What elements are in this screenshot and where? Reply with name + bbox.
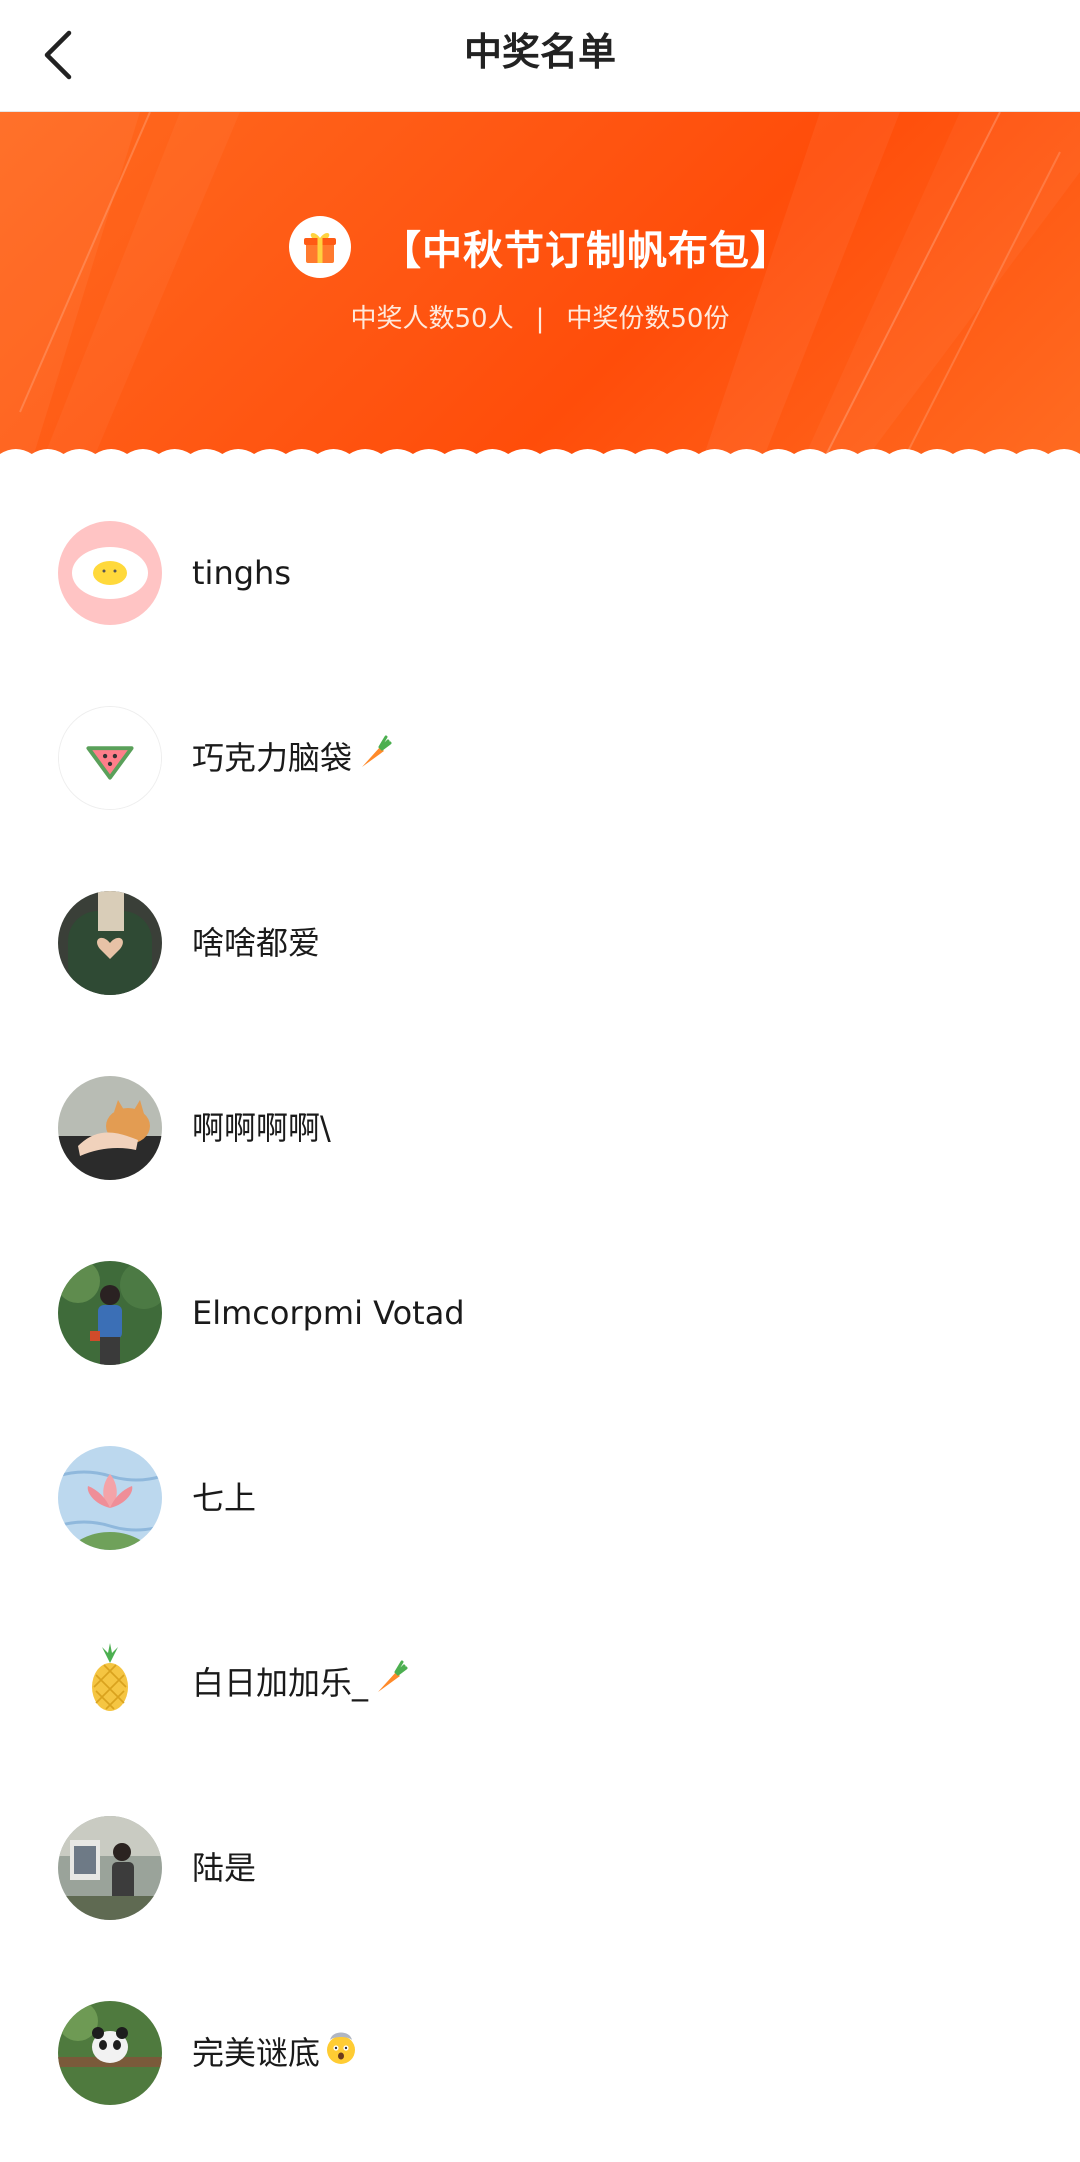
winner-name: 完美谜底 <box>192 1946 360 2160</box>
winner-row[interactable]: 巧克力脑袋 <box>0 651 1080 836</box>
winner-name: Elmcorpmi Votad <box>192 1294 465 1332</box>
fried-egg-avatar[interactable] <box>58 521 162 625</box>
winner-row[interactable]: tinghs <box>0 466 1080 651</box>
prizes-count: 中奖份数50份 <box>566 304 730 334</box>
winner-row[interactable]: 啊啊啊啊\ <box>0 1021 1080 1206</box>
winner-name: 啥啥都爱 <box>192 924 321 962</box>
gift-box-icon <box>289 216 351 278</box>
woman-in-forest-photo-avatar[interactable] <box>58 1261 162 1365</box>
pineapple-avatar[interactable] <box>58 1631 162 1735</box>
prize-stats: 中奖人数50人 | 中奖份数50份 <box>0 298 1080 335</box>
page-title: 中奖名单 <box>463 30 616 74</box>
banner-title-row: 【中秋节订制帆布包】 <box>0 212 1080 282</box>
exploding-head-icon <box>322 1948 360 2162</box>
winner-row[interactable]: 完美谜底 <box>0 1946 1080 2131</box>
winner-name: 七上 <box>192 1479 257 1517</box>
heart-hands-photo-avatar[interactable] <box>58 891 162 995</box>
prize-banner: 【中秋节订制帆布包】 中奖人数50人 | 中奖份数50份 <box>0 112 1080 467</box>
winner-row[interactable]: Elmcorpmi Votad <box>0 1206 1080 1391</box>
watermelon-avatar[interactable] <box>58 706 162 810</box>
winner-row[interactable]: 七上 <box>0 1391 1080 1576</box>
winner-row[interactable]: 陆是 <box>0 1761 1080 1946</box>
street-photo-avatar[interactable] <box>58 1816 162 1920</box>
winner-row[interactable]: 啥啥都爱 <box>0 836 1080 1021</box>
panda-photo-avatar[interactable] <box>58 2001 162 2105</box>
top-nav-bar: 中奖名单 <box>0 0 1080 112</box>
winner-name: tinghs <box>192 554 291 592</box>
carrot-icon <box>354 653 392 867</box>
winner-name: 白日加加乐_ <box>192 1576 408 1790</box>
winners-count: 中奖人数50人 <box>350 304 514 334</box>
stats-separator: | <box>535 304 545 334</box>
cat-hand-photo-avatar[interactable] <box>58 1076 162 1180</box>
winner-name: 啊啊啊啊\ <box>192 1109 331 1147</box>
carrot-icon <box>370 1578 408 1792</box>
winner-name: 巧克力脑袋 <box>192 651 392 865</box>
winner-list: tinghs 巧克力脑袋 啥啥都爱 啊啊啊啊\ Elmcorpmi Votad … <box>0 466 1080 2131</box>
winner-name: 陆是 <box>192 1849 257 1887</box>
prize-title: 【中秋节订制帆布包】 <box>381 228 791 274</box>
lotus-painting-avatar[interactable] <box>58 1446 162 1550</box>
winner-row[interactable]: 白日加加乐_ <box>0 1576 1080 1761</box>
banner-light-rays <box>0 112 1080 467</box>
